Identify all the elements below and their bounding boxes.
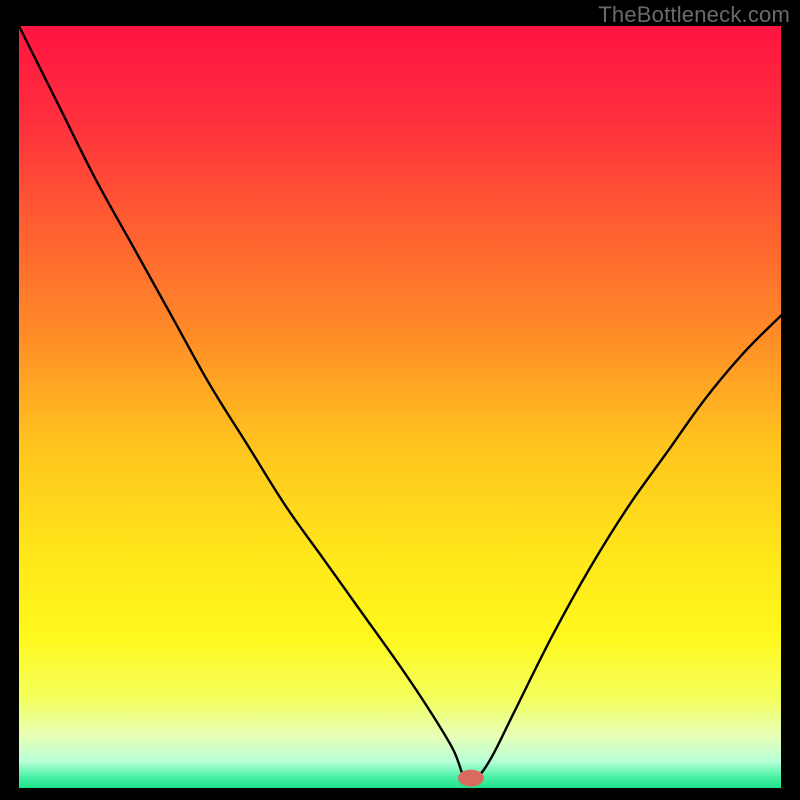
plot-area — [19, 26, 781, 788]
chart-svg — [19, 26, 781, 788]
optimal-point-marker — [458, 770, 484, 787]
chart-frame: TheBottleneck.com — [0, 0, 800, 800]
watermark-text: TheBottleneck.com — [598, 2, 790, 28]
gradient-background — [19, 26, 781, 788]
